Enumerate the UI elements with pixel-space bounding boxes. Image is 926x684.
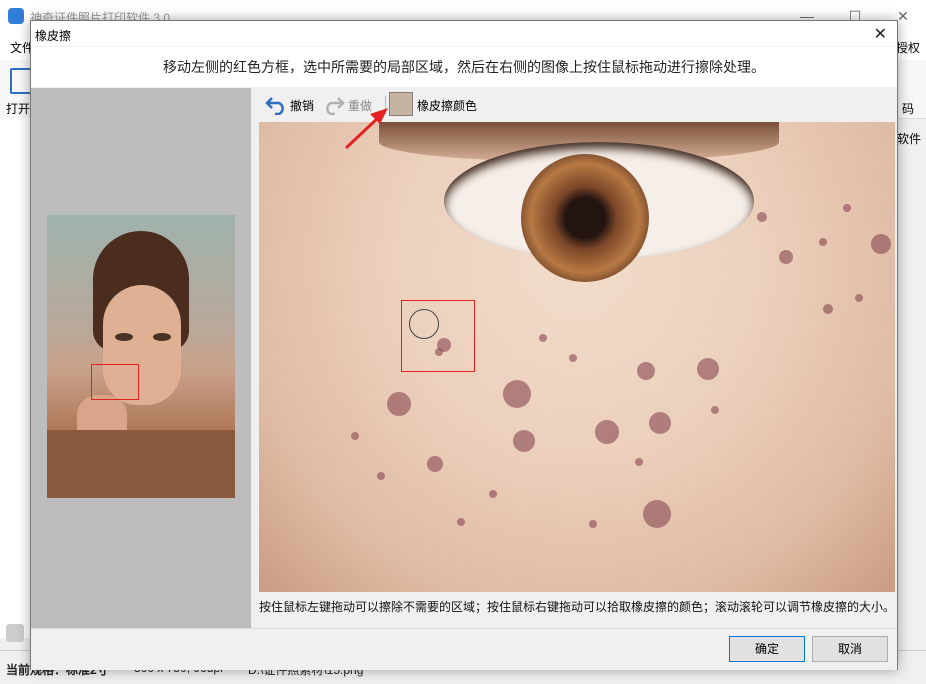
freckle xyxy=(457,518,465,526)
instruction-text: 移动左侧的红色方框，选中所需要的局部区域，然后在右侧的图像上按住鼠标拖动进行擦除… xyxy=(31,47,897,87)
freckle xyxy=(569,354,577,362)
annotation-arrow-icon xyxy=(344,108,388,150)
undo-icon xyxy=(265,97,284,115)
freckle xyxy=(843,204,851,212)
freckle xyxy=(643,500,671,528)
zoom-region-red-box xyxy=(401,300,475,372)
thumb-eye-right xyxy=(153,333,171,341)
menu-license[interactable]: 授权 xyxy=(896,39,920,56)
selection-red-box[interactable] xyxy=(91,364,139,400)
usage-hint: 按住鼠标左键拖动可以擦除不需要的区域；按住鼠标右键拖动可以拾取橡皮擦的颜色；滚动… xyxy=(259,600,896,614)
eraser-cursor-circle xyxy=(409,309,439,339)
canvas-iris xyxy=(521,154,649,282)
freckle xyxy=(351,432,359,440)
dialog-footer: 确定 取消 xyxy=(31,628,897,670)
freckle xyxy=(377,472,385,480)
cancel-button[interactable]: 取消 xyxy=(812,636,888,662)
toolbar-code-label[interactable]: 码 xyxy=(902,100,914,117)
edit-panel: 撤销 重做 橡皮擦颜色 按住鼠标左键拖动可以擦除不需要的区域；按住鼠标右键拖动可… xyxy=(259,88,895,628)
preview-panel xyxy=(31,88,251,628)
app-logo-icon xyxy=(8,8,24,24)
eraser-color-swatch[interactable] xyxy=(389,92,413,116)
freckle xyxy=(637,362,655,380)
freckle xyxy=(503,380,531,408)
freckle xyxy=(711,406,719,414)
dialog-titlebar: 橡皮擦 ✕ xyxy=(31,21,897,46)
home-icon[interactable] xyxy=(6,624,24,642)
undo-label: 撤销 xyxy=(290,98,315,113)
freckle xyxy=(427,456,443,472)
freckle xyxy=(589,520,597,528)
freckle xyxy=(697,358,719,380)
ok-button[interactable]: 确定 xyxy=(729,636,805,662)
freckle xyxy=(823,304,833,314)
toolbar-open-label[interactable]: 打开 xyxy=(6,100,30,117)
freckle xyxy=(871,234,891,254)
thumb-eye-left xyxy=(115,333,133,341)
side-software-link[interactable]: 软件 xyxy=(897,130,921,147)
dialog-title: 橡皮擦 xyxy=(35,29,72,43)
eraser-dialog: 橡皮擦 ✕ 移动左侧的红色方框，选中所需要的局部区域，然后在右侧的图像上按住鼠标… xyxy=(30,20,898,670)
freckle xyxy=(819,238,827,246)
edit-canvas[interactable] xyxy=(259,122,895,592)
freckle xyxy=(855,294,863,302)
eraser-color-button[interactable]: 橡皮擦颜色 xyxy=(417,93,477,117)
photo-thumbnail[interactable] xyxy=(47,215,235,498)
freckle xyxy=(595,420,619,444)
thumb-sweater xyxy=(47,430,235,498)
freckle xyxy=(635,458,643,466)
dialog-close-icon[interactable]: ✕ xyxy=(874,24,887,44)
freckle xyxy=(489,490,497,498)
freckle xyxy=(649,412,671,434)
freckle xyxy=(757,212,767,222)
undo-button[interactable]: 撤销 xyxy=(265,93,314,117)
photo-list-panel xyxy=(0,118,33,638)
freckle xyxy=(779,250,793,264)
freckle xyxy=(387,392,411,416)
eraser-color-label: 橡皮擦颜色 xyxy=(417,98,478,113)
freckle xyxy=(513,430,535,452)
freckle xyxy=(539,334,547,342)
